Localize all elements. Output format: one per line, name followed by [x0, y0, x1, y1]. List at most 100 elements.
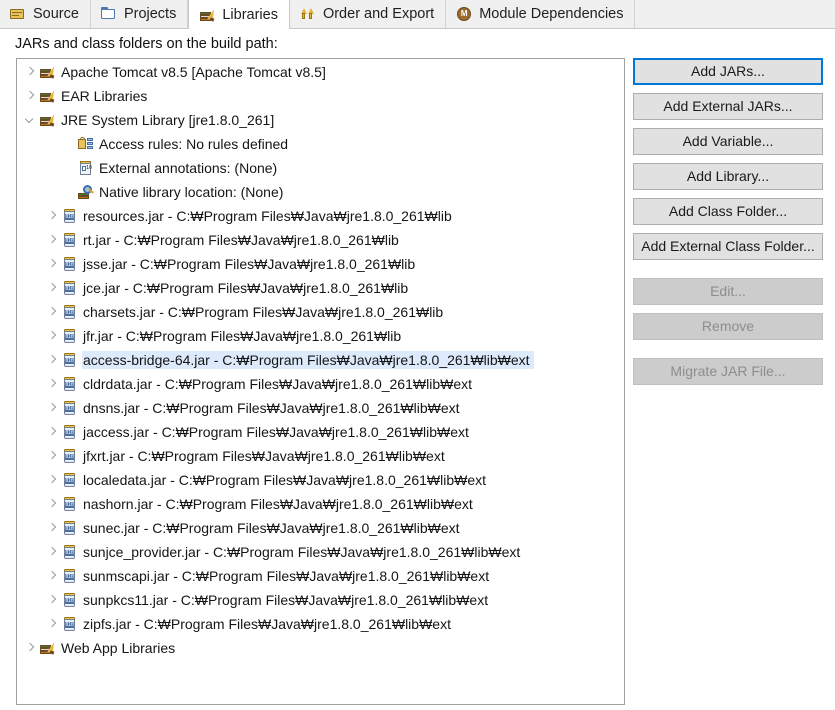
tab-module-dependencies[interactable]: M Module Dependencies — [446, 0, 636, 28]
tree-row-label: Apache Tomcat v8.5 [Apache Tomcat v8.5] — [61, 64, 326, 80]
tree-row-label: localedata.jar - C:₩Program Files₩Java₩j… — [83, 472, 487, 488]
tree-row[interactable]: 010 sunjce_provider.jar - C:₩Program File… — [17, 540, 624, 564]
add-class-folder-button[interactable]: Add Class Folder... — [633, 198, 823, 225]
tree-row[interactable]: 010 rt.jar - C:₩Program Files₩Java₩jre1.8… — [17, 228, 624, 252]
chevron-right-icon[interactable] — [45, 564, 61, 588]
chevron-right-icon[interactable] — [45, 228, 61, 252]
tree-row[interactable]: 010 sunec.jar - C:₩Program Files₩Java₩jre… — [17, 516, 624, 540]
add-external-jars-button[interactable]: Add External JARs... — [633, 93, 823, 120]
tree-row-label: jsse.jar - C:₩Program Files₩Java₩jre1.8.… — [83, 256, 416, 272]
add-variable-button[interactable]: Add Variable... — [633, 128, 823, 155]
chevron-right-icon[interactable] — [45, 420, 61, 444]
tree-row[interactable]: 10 External annotations: (None) — [17, 156, 624, 180]
jar-icon: 010 — [61, 496, 79, 512]
library-icon — [39, 112, 57, 128]
chevron-right-icon[interactable] — [45, 204, 61, 228]
build-path-tabbar: Source Projects Libraries Order and Export M… — [0, 0, 835, 29]
tree-row[interactable]: 010 resources.jar - C:₩Program Files₩Java… — [17, 204, 624, 228]
classpath-tree[interactable]: Apache Tomcat v8.5 [Apache Tomcat v8.5] E… — [17, 59, 624, 660]
jar-icon: 010 — [61, 256, 79, 272]
jar-icon: 010 — [61, 472, 79, 488]
tree-row-label: jce.jar - C:₩Program Files₩Java₩jre1.8.0… — [83, 280, 409, 296]
jar-icon: 010 — [61, 208, 79, 224]
chevron-right-icon[interactable] — [45, 396, 61, 420]
action-button-column: Add JARs... Add External JARs... Add Varia… — [633, 58, 823, 393]
tree-row[interactable]: Native library location: (None) — [17, 180, 624, 204]
tab-order-and-export[interactable]: Order and Export — [289, 0, 447, 28]
tree-row-label: zipfs.jar - C:₩Program Files₩Java₩jre1.8… — [83, 616, 451, 632]
projects-folder-icon — [100, 6, 118, 22]
tree-row[interactable]: 010 jsse.jar - C:₩Program Files₩Java₩jre1… — [17, 252, 624, 276]
jar-icon: 010 — [61, 304, 79, 320]
chevron-right-icon[interactable] — [45, 612, 61, 636]
tree-row[interactable]: 010 cldrdata.jar - C:₩Program Files₩Java₩… — [17, 372, 624, 396]
tree-row[interactable]: Apache Tomcat v8.5 [Apache Tomcat v8.5] — [17, 60, 624, 84]
tree-row-label: sunpkcs11.jar - C:₩Program Files₩Java₩jr… — [83, 592, 489, 608]
add-library-button[interactable]: Add Library... — [633, 163, 823, 190]
classpath-tree-panel[interactable]: Apache Tomcat v8.5 [Apache Tomcat v8.5] E… — [16, 58, 625, 705]
chevron-right-icon[interactable] — [45, 348, 61, 372]
chevron-right-icon[interactable] — [45, 324, 61, 348]
jar-icon: 010 — [61, 328, 79, 344]
add-jars-button[interactable]: Add JARs... — [633, 58, 823, 85]
chevron-right-icon[interactable] — [23, 60, 39, 84]
jar-icon: 010 — [61, 448, 79, 464]
tree-row[interactable]: 010 zipfs.jar - C:₩Program Files₩Java₩jre… — [17, 612, 624, 636]
chevron-right-icon[interactable] — [45, 468, 61, 492]
tree-row[interactable]: Access rules: No rules defined — [17, 132, 624, 156]
tree-row[interactable]: EAR Libraries — [17, 84, 624, 108]
tab-label: Order and Export — [322, 5, 435, 22]
jar-icon: 010 — [61, 376, 79, 392]
tree-row-label: sunec.jar - C:₩Program Files₩Java₩jre1.8… — [83, 520, 460, 536]
chevron-right-icon[interactable] — [45, 276, 61, 300]
tree-row[interactable]: 010 charsets.jar - C:₩Program Files₩Java₩… — [17, 300, 624, 324]
order-export-arrows-icon — [300, 6, 317, 22]
remove-button: Remove — [633, 313, 823, 340]
jar-icon: 010 — [61, 568, 79, 584]
jar-icon: 010 — [61, 400, 79, 416]
tree-row[interactable]: JRE System Library [jre1.8.0_261] — [17, 108, 624, 132]
tree-row[interactable]: 010 nashorn.jar - C:₩Program Files₩Java₩j… — [17, 492, 624, 516]
tree-row-label: jfxrt.jar - C:₩Program Files₩Java₩jre1.8… — [83, 448, 445, 464]
access-rules-lock-icon — [77, 136, 95, 152]
tree-row[interactable]: 010 sunmscapi.jar - C:₩Program Files₩Java… — [17, 564, 624, 588]
tree-row-selected[interactable]: 010 access-bridge-64.jar - C:₩Program Fil… — [17, 348, 624, 372]
jar-icon: 010 — [61, 424, 79, 440]
tree-row[interactable]: 010 jaccess.jar - C:₩Program Files₩Java₩j… — [17, 420, 624, 444]
tab-projects[interactable]: Projects — [90, 0, 189, 28]
tree-row[interactable]: 010 jfxrt.jar - C:₩Program Files₩Java₩jre… — [17, 444, 624, 468]
tree-row-label: Access rules: No rules defined — [99, 136, 289, 152]
tree-row[interactable]: Web App Libraries — [17, 636, 624, 660]
chevron-right-icon[interactable] — [45, 588, 61, 612]
chevron-down-icon[interactable] — [23, 108, 39, 132]
libraries-books-icon — [199, 7, 218, 23]
jar-icon: 010 — [61, 352, 79, 368]
tree-row[interactable]: 010 dnsns.jar - C:₩Program Files₩Java₩jre… — [17, 396, 624, 420]
chevron-right-icon[interactable] — [23, 84, 39, 108]
tree-row[interactable]: 010 localedata.jar - C:₩Program Files₩Jav… — [17, 468, 624, 492]
tree-row-label: rt.jar - C:₩Program Files₩Java₩jre1.8.0_… — [83, 232, 399, 248]
chevron-right-icon[interactable] — [45, 516, 61, 540]
chevron-right-icon[interactable] — [45, 300, 61, 324]
tree-row-label: dnsns.jar - C:₩Program Files₩Java₩jre1.8… — [83, 400, 460, 416]
chevron-right-icon[interactable] — [45, 492, 61, 516]
tab-libraries[interactable]: Libraries — [188, 0, 290, 29]
chevron-right-icon[interactable] — [45, 444, 61, 468]
tree-row-label: nashorn.jar - C:₩Program Files₩Java₩jre1… — [83, 496, 473, 512]
tree-row-label: resources.jar - C:₩Program Files₩Java₩jr… — [83, 208, 452, 224]
tree-row-label: jfr.jar - C:₩Program Files₩Java₩jre1.8.0… — [83, 328, 402, 344]
tab-label: Module Dependencies — [479, 5, 624, 22]
tab-source[interactable]: Source — [0, 0, 91, 28]
tree-row-label: Web App Libraries — [61, 640, 176, 656]
tree-row[interactable]: 010 jce.jar - C:₩Program Files₩Java₩jre1.… — [17, 276, 624, 300]
tree-row[interactable]: 010 sunpkcs11.jar - C:₩Program Files₩Java… — [17, 588, 624, 612]
chevron-right-icon[interactable] — [45, 372, 61, 396]
add-external-class-folder-button[interactable]: Add External Class Folder... — [633, 233, 823, 260]
chevron-right-icon[interactable] — [23, 636, 39, 660]
chevron-right-icon[interactable] — [45, 252, 61, 276]
tree-row[interactable]: 010 jfr.jar - C:₩Program Files₩Java₩jre1.… — [17, 324, 624, 348]
chevron-right-icon[interactable] — [45, 540, 61, 564]
